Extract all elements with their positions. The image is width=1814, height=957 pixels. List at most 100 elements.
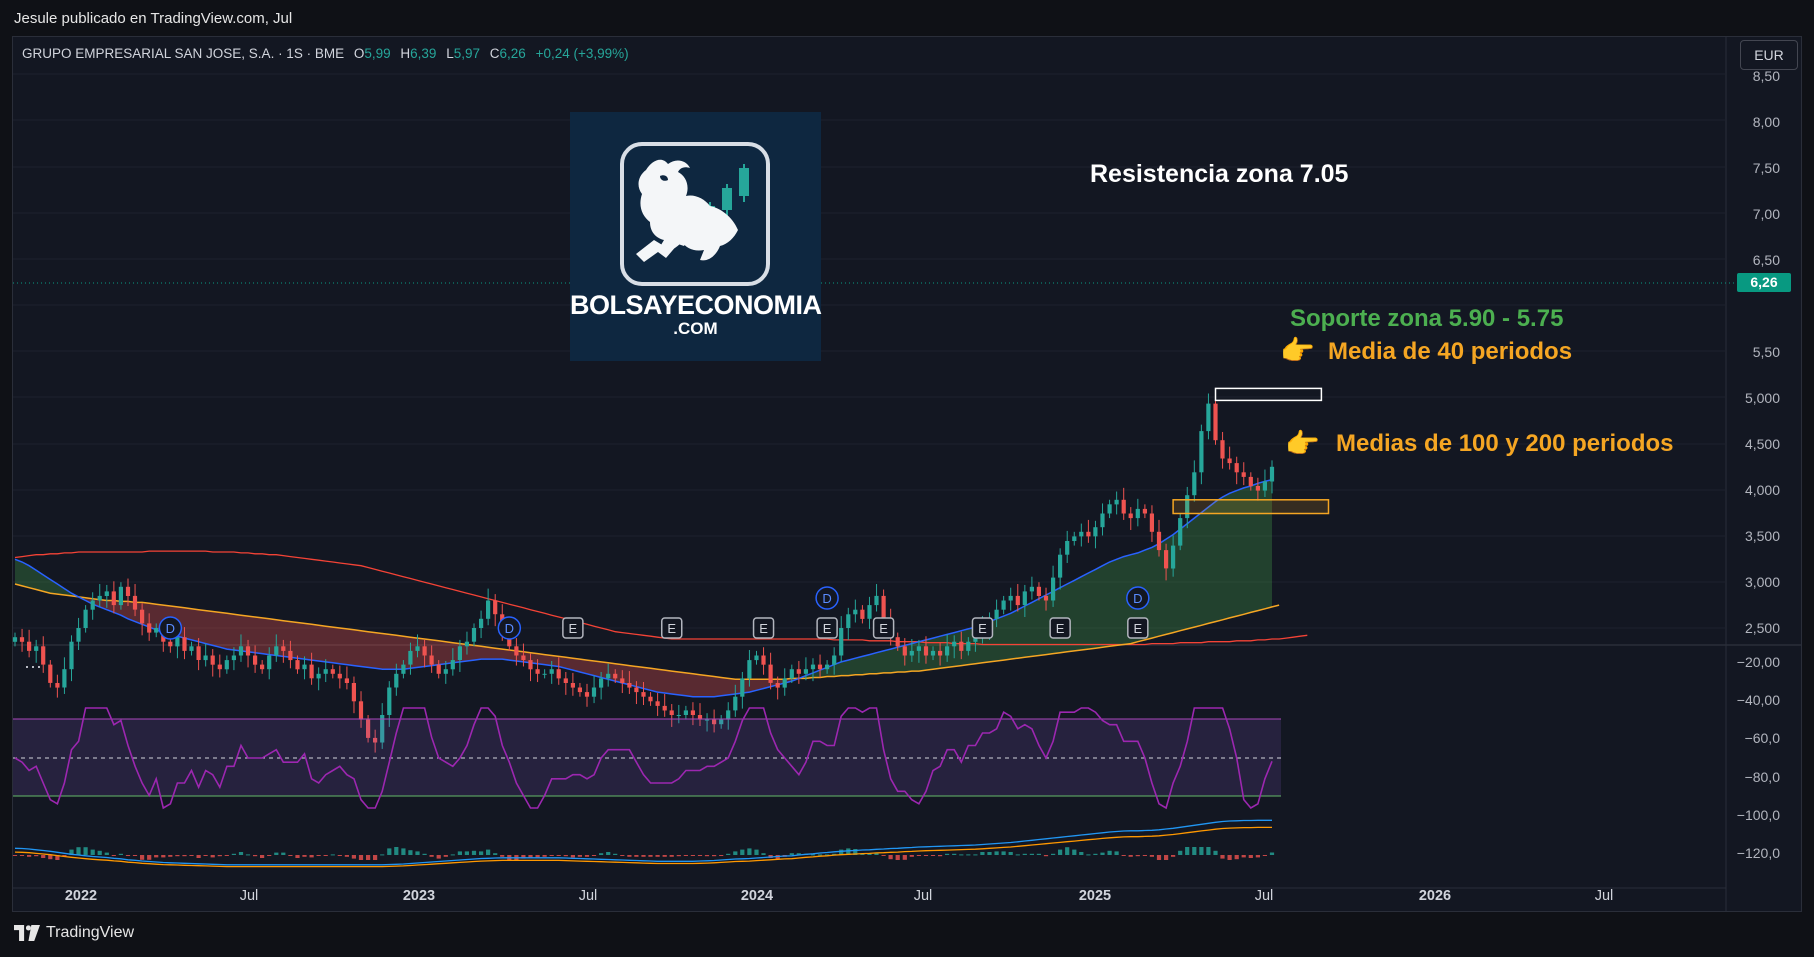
- candle-body: [902, 646, 907, 656]
- candle-body: [1001, 600, 1006, 610]
- macd-histogram-bar: [966, 854, 971, 856]
- candle-body: [846, 614, 851, 628]
- macd-histogram-bar: [48, 855, 53, 860]
- macd-histogram-bar: [373, 855, 378, 860]
- earnings-event-label: E: [1056, 621, 1065, 636]
- candle-body: [76, 628, 81, 642]
- macd-histogram-bar: [888, 855, 893, 860]
- candle-body: [591, 687, 597, 697]
- macd-histogram-bar: [302, 855, 307, 857]
- price-tick-label: 4,000: [1745, 482, 1780, 498]
- candle-body: [930, 650, 936, 656]
- macd-histogram-bar: [401, 848, 406, 855]
- macd-line: [14, 819, 1272, 866]
- candle-body: [1164, 550, 1169, 569]
- candle-body: [1015, 595, 1020, 606]
- support-zone-box: [1172, 499, 1330, 515]
- macd-histogram-bar: [27, 855, 32, 857]
- macd-histogram-bar: [676, 855, 681, 857]
- macd-histogram-bar: [182, 855, 187, 857]
- macd-histogram-bar: [493, 853, 498, 855]
- candle-body: [316, 673, 321, 679]
- chart-canvas[interactable]: 8,50 8,00 7,50 7,00 6,50 5,50 5,000 4,500 4,000 3…: [0, 0, 1814, 957]
- candle-body: [1086, 531, 1091, 537]
- candle-body: [253, 655, 258, 665]
- candle-body: [104, 591, 109, 596]
- macd-histogram-bar: [599, 853, 604, 855]
- candle-body: [853, 609, 858, 615]
- macd-histogram-bar: [902, 855, 907, 860]
- macd-histogram-bar: [789, 853, 794, 855]
- candle-body: [260, 664, 265, 670]
- candle-body: [1128, 513, 1133, 519]
- macd-histogram-bar: [959, 854, 964, 856]
- low-label: L: [446, 46, 454, 61]
- candle-body: [274, 646, 279, 656]
- macd-histogram-bar: [740, 849, 745, 855]
- candle-body: [288, 650, 293, 661]
- candle-body: [1220, 440, 1225, 459]
- earnings-event-label: E: [759, 621, 768, 636]
- candle-body: [1036, 586, 1041, 596]
- candle-body: [825, 664, 830, 670]
- price-tick-label: 4,500: [1745, 436, 1780, 452]
- candle-body: [295, 660, 300, 670]
- candle-body: [422, 646, 427, 656]
- osc-tick-label: −100,0: [1737, 807, 1780, 823]
- macd-histogram-bar: [19, 855, 25, 856]
- candle-body: [224, 660, 229, 670]
- macd-histogram-bar: [1234, 855, 1239, 860]
- pane-menu-icon[interactable]: ···: [24, 656, 42, 677]
- time-tick-label: Jul: [1595, 888, 1614, 904]
- macd-histogram-bar: [1213, 850, 1218, 855]
- macd-histogram-bar: [118, 853, 123, 855]
- macd-histogram-bar: [1100, 852, 1105, 855]
- macd-histogram-bar: [253, 855, 258, 857]
- price-tick-label: 5,50: [1753, 344, 1780, 360]
- candle-body: [1093, 527, 1098, 537]
- macd-histogram-bar: [366, 855, 371, 860]
- macd-histogram-bar: [634, 855, 639, 857]
- candle-body: [125, 586, 131, 596]
- dividend-event-label: D: [1133, 591, 1142, 606]
- time-tick-label: Jul: [579, 888, 598, 904]
- resistance-annotation: Resistencia zona 7.05: [1090, 160, 1349, 188]
- candle-body: [1065, 541, 1070, 555]
- candle-body: [1043, 595, 1049, 601]
- candle-body: [577, 687, 582, 693]
- macd-histogram-bar: [923, 855, 929, 856]
- ma40-annotation: Media de 40 periodos: [1328, 338, 1573, 365]
- macd-histogram-bar: [1142, 855, 1147, 856]
- macd-histogram-bar: [1241, 855, 1246, 858]
- ma100-200-annotation: Medias de 100 y 200 periodos: [1336, 430, 1674, 457]
- tradingview-logo-icon: [14, 925, 40, 941]
- currency-button[interactable]: EUR: [1740, 40, 1798, 70]
- candle-body: [436, 664, 441, 674]
- candle-body: [12, 637, 18, 642]
- macd-histogram-bar: [111, 855, 116, 856]
- candle-body: [309, 664, 314, 679]
- macd-histogram-bar: [316, 855, 321, 856]
- candle-body: [1206, 403, 1211, 432]
- candle-body: [620, 678, 625, 683]
- candle-body: [245, 646, 251, 656]
- macd-histogram-bar: [952, 853, 957, 855]
- candle-body: [1255, 486, 1260, 491]
- candle-body: [938, 650, 943, 656]
- macd-histogram-bar: [330, 854, 335, 856]
- macd-histogram-bar: [1199, 847, 1204, 855]
- candle-body: [655, 701, 660, 706]
- candle-body: [613, 673, 618, 679]
- macd-histogram-bar: [1079, 852, 1084, 855]
- macd-histogram-bar: [464, 851, 469, 855]
- macd-histogram-bar: [683, 855, 688, 856]
- earnings-event-label: E: [1133, 621, 1142, 636]
- macd-histogram-bar: [1269, 852, 1275, 855]
- macd-histogram-bar: [606, 852, 611, 855]
- macd-histogram-bar: [245, 854, 251, 856]
- time-tick-label: 2022: [65, 888, 97, 904]
- macd-histogram-bar: [260, 855, 265, 858]
- macd-histogram-bar: [1015, 854, 1020, 856]
- earnings-event-label: E: [667, 621, 676, 636]
- candle-body: [408, 650, 413, 665]
